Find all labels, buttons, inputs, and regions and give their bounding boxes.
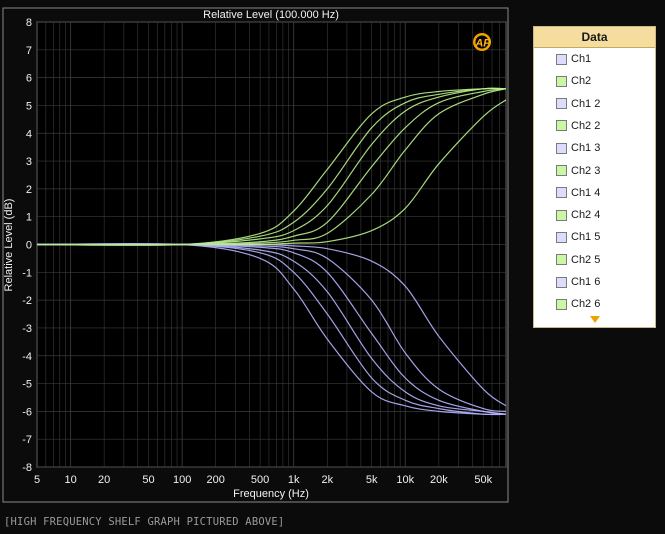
legend-label: Ch1 4 [571,186,601,199]
y-tick-label: 0 [26,240,32,252]
x-tick-label: 1k [288,474,300,486]
y-tick-label: 7 [26,45,32,57]
legend-swatch [556,276,567,288]
legend-item[interactable]: Ch1 2 [556,94,600,114]
legend-swatch [556,209,567,221]
x-tick-label: 200 [207,474,225,486]
y-tick-label: -6 [22,406,32,418]
legend-label: Ch1 3 [571,142,601,155]
x-tick-label: 50 [142,474,154,486]
x-tick-label: 100 [173,474,191,486]
x-tick-label: 5k [366,474,378,486]
y-tick-label: -1 [22,267,32,279]
legend-label: Ch1 [571,53,592,65]
scroll-down-arrow-icon[interactable] [590,316,600,323]
legend-swatch [556,142,567,154]
y-tick-label: -8 [22,462,32,474]
legend-item[interactable]: Ch2 2 [556,116,600,136]
legend-swatch [556,231,567,243]
legend-swatch [556,120,567,132]
legend-item[interactable]: Ch1 3 [556,138,600,158]
legend-swatch [556,165,567,176]
y-tick-label: 8 [26,17,32,29]
x-axis-label: Frequency (Hz) [233,488,309,500]
y-tick-label: 4 [26,128,32,140]
legend-item[interactable]: Ch2 5 [556,250,600,270]
y-tick-label: 1 [26,212,32,224]
x-tick-label: 2k [321,474,333,486]
legend-swatch [556,53,567,65]
legend-label: Ch2 3 [571,164,601,177]
x-tick-label: 20k [430,474,448,486]
legend-item[interactable]: Ch2 4 [556,205,600,225]
y-tick-label: -2 [22,295,32,307]
legend-label: Ch2 5 [571,253,601,266]
y-tick-label: 5 [26,100,32,112]
legend-label: Ch2 [571,75,592,88]
x-tick-label: 20 [98,474,110,486]
legend-label: Ch1 5 [571,231,601,244]
ap-logo-text: AP [474,38,491,50]
legend-panel[interactable]: Data Ch1 Ch2 Ch1 2 Ch2 2 Ch1 3 Ch2 3 Ch1 4 Ch2 … [533,26,656,328]
legend-item[interactable]: Ch1 5 [556,227,600,247]
legend-swatch [556,75,567,87]
y-tick-label: 3 [26,156,32,168]
legend-label: Ch1 2 [571,97,601,110]
y-tick-label: -5 [22,379,32,391]
legend-item[interactable]: Ch1 4 [556,183,600,203]
legend-item[interactable]: Ch2 6 [556,294,600,314]
legend-item[interactable]: Ch1 6 [556,272,600,292]
x-tick-label: 50k [474,474,492,486]
legend-item[interactable]: Ch2 [556,71,591,91]
chart-title: Relative Level (100.000 Hz) [203,9,339,21]
y-tick-label: -3 [22,323,32,335]
y-tick-label: -4 [22,351,32,363]
legend-swatch [556,254,567,266]
legend-label: Ch2 2 [571,119,601,132]
legend-title: Data [534,27,655,48]
legend-swatch [556,298,567,310]
legend-label: Ch2 4 [571,209,601,222]
y-tick-label: 6 [26,73,32,85]
legend-swatch [556,187,567,199]
x-tick-label: 10k [396,474,414,486]
legend-item[interactable]: Ch2 3 [556,161,600,181]
legend-swatch [556,98,567,110]
x-tick-label: 10 [64,474,76,486]
legend-label: Ch2 6 [571,298,601,311]
legend-item[interactable]: Ch1 [556,49,591,69]
legend-label: Ch1 6 [571,276,601,288]
y-tick-label: -7 [22,434,32,446]
y-tick-label: 2 [26,184,32,196]
y-axis-label: Relative Level (dB) [3,199,15,292]
x-tick-label: 500 [251,474,269,486]
x-tick-label: 5 [34,474,40,486]
caption: [HIGH FREQUENCY SHELF GRAPH PICTURED ABO… [4,516,285,528]
